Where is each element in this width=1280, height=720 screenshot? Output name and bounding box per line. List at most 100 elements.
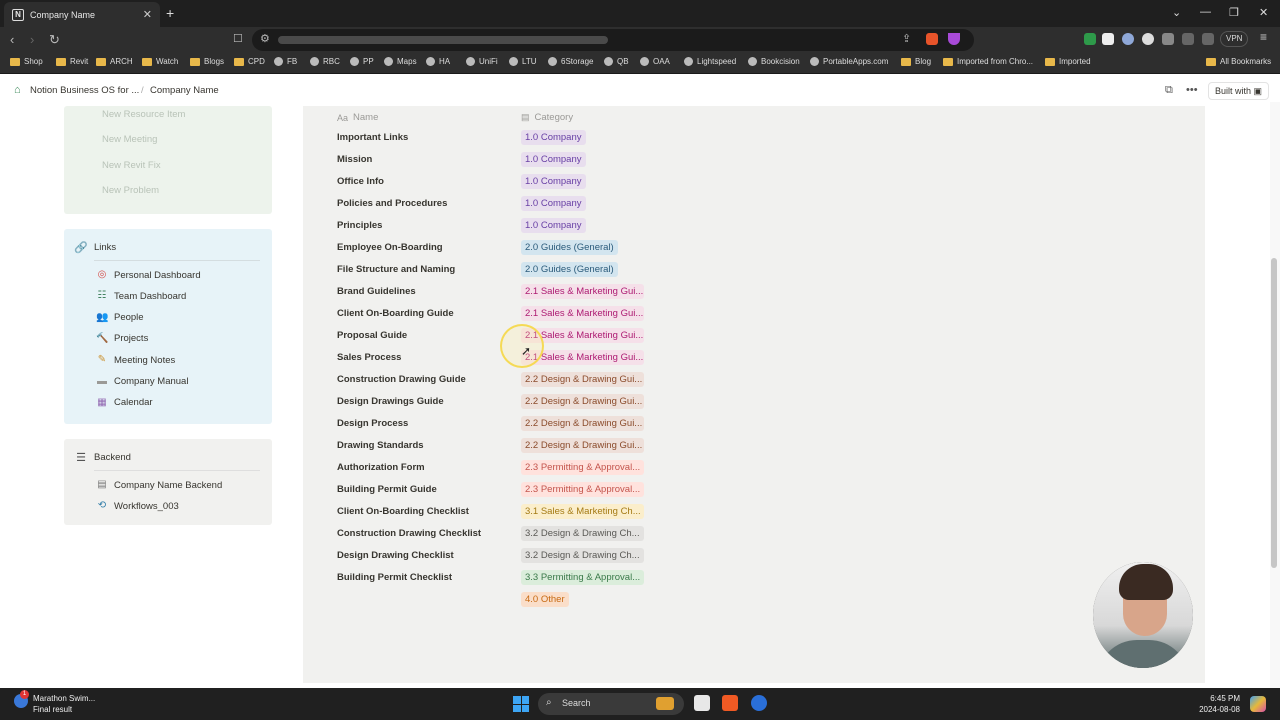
- bookmark-8[interactable]: PP: [350, 57, 374, 66]
- row-name[interactable]: Proposal Guide: [337, 330, 407, 341]
- category-tag[interactable]: 2.1 Sales & Marketing Gui...: [521, 306, 644, 321]
- category-tag[interactable]: 2.3 Permitting & Approval...: [521, 482, 644, 497]
- table-row[interactable]: Principles 1.0 Company: [330, 215, 650, 237]
- sidebar-link-5[interactable]: ▬ Company Manual: [96, 376, 188, 388]
- table-row[interactable]: Client On-Boarding Guide 2.1 Sales & Mark…: [330, 303, 650, 325]
- sidebar-link-3[interactable]: 🔨 Projects: [96, 333, 148, 345]
- sidebar-link-0[interactable]: ▤ Company Name Backend: [96, 479, 222, 491]
- scrollbar-thumb[interactable]: [1271, 258, 1277, 568]
- row-name[interactable]: Sales Process: [337, 352, 401, 363]
- sidebar-link-2[interactable]: 👥 People: [96, 312, 144, 324]
- table-row[interactable]: Important Links 1.0 Company: [330, 127, 650, 149]
- brave-shields-icon[interactable]: [926, 33, 938, 45]
- category-tag[interactable]: 1.0 Company: [521, 174, 586, 189]
- browser-tab[interactable]: N Company Name ✕: [4, 2, 160, 27]
- category-tag[interactable]: 3.2 Design & Drawing Ch...: [521, 548, 644, 563]
- sidebar-toggle-icon[interactable]: [1182, 33, 1194, 45]
- category-tag[interactable]: 2.0 Guides (General): [521, 262, 618, 277]
- table-row[interactable]: Drawing Standards 2.2 Design & Drawing Gu…: [330, 435, 650, 457]
- sidebar-link-4[interactable]: ✎ Meeting Notes: [96, 354, 175, 366]
- table-row[interactable]: Authorization Form 2.3 Permitting & Appro…: [330, 457, 650, 479]
- copilot-icon[interactable]: [1250, 696, 1266, 712]
- browser-menu-icon[interactable]: ≡: [1260, 30, 1267, 44]
- home-icon[interactable]: ⌂: [14, 84, 21, 96]
- column-header-category[interactable]: ▤ Category: [521, 112, 573, 123]
- category-tag[interactable]: 2.2 Design & Drawing Gui...: [521, 394, 644, 409]
- vpn-button[interactable]: VPN: [1220, 31, 1249, 47]
- bookmark-6[interactable]: FB: [274, 57, 297, 66]
- sidebar-link-6[interactable]: ▦ Calendar: [96, 397, 152, 409]
- extension-notion-icon[interactable]: [1102, 33, 1114, 45]
- brave-browser-icon[interactable]: [722, 695, 738, 711]
- breadcrumb-page[interactable]: Company Name: [150, 85, 219, 96]
- system-clock[interactable]: 6:45 PM 2024-08-08: [1196, 693, 1240, 715]
- category-tag[interactable]: 2.2 Design & Drawing Gui...: [521, 416, 644, 431]
- sidebar-link-1[interactable]: ☷ Team Dashboard: [96, 290, 187, 302]
- bookmark-5[interactable]: CPD: [234, 57, 265, 66]
- column-header-name[interactable]: Aa Name: [337, 112, 378, 123]
- row-name[interactable]: Design Drawing Checklist: [337, 550, 454, 561]
- bookmark-15[interactable]: OAA: [640, 57, 670, 66]
- all-bookmarks[interactable]: All Bookmarks: [1206, 57, 1271, 66]
- category-tag[interactable]: 2.3 Permitting & Approval...: [521, 460, 644, 475]
- category-tag[interactable]: 1.0 Company: [521, 218, 586, 233]
- table-row[interactable]: Employee On-Boarding 2.0 Guides (General): [330, 237, 650, 259]
- table-row[interactable]: Construction Drawing Checklist 3.2 Design…: [330, 523, 650, 545]
- sidebar-link-0[interactable]: ◎ Personal Dashboard: [96, 269, 201, 281]
- table-row[interactable]: Client On-Boarding Checklist 3.1 Sales & …: [330, 501, 650, 523]
- category-tag[interactable]: 1.0 Company: [521, 196, 586, 211]
- row-name[interactable]: Drawing Standards: [337, 440, 424, 451]
- row-name[interactable]: Building Permit Checklist: [337, 572, 452, 583]
- sidebar-link-1[interactable]: ⟲ Workflows_003: [96, 500, 179, 512]
- settings-app-icon[interactable]: [751, 695, 767, 711]
- brave-rewards-icon[interactable]: [948, 33, 960, 45]
- new-item-button[interactable]: New Resource Item: [102, 109, 185, 120]
- bookmark-page-icon[interactable]: ☐: [233, 32, 243, 45]
- category-tag[interactable]: 2.2 Design & Drawing Gui...: [521, 438, 644, 453]
- extension-round-icon[interactable]: [1142, 33, 1154, 45]
- category-tag[interactable]: 2.0 Guides (General): [521, 240, 618, 255]
- wallet-icon[interactable]: [1202, 33, 1214, 45]
- tab-search-chevron-icon[interactable]: ⌄: [1172, 6, 1181, 19]
- table-row[interactable]: Design Drawings Guide 2.2 Design & Drawin…: [330, 391, 650, 413]
- back-button[interactable]: ‹: [10, 32, 14, 47]
- new-item-button[interactable]: New Revit Fix: [102, 160, 161, 171]
- reload-button[interactable]: ↻: [49, 32, 60, 48]
- table-row[interactable]: Building Permit Guide 2.3 Permitting & Ap…: [330, 479, 650, 501]
- extension-one-icon[interactable]: [1122, 33, 1134, 45]
- bookmark-2[interactable]: ARCH: [96, 57, 133, 66]
- address-bar[interactable]: ⚙: [252, 29, 974, 51]
- row-name[interactable]: Design Drawings Guide: [337, 396, 444, 407]
- bookmark-13[interactable]: 6Storage: [548, 57, 593, 66]
- row-name[interactable]: Policies and Procedures: [337, 198, 447, 209]
- row-name[interactable]: Mission: [337, 154, 372, 165]
- table-row[interactable]: Mission 1.0 Company: [330, 149, 650, 171]
- row-name[interactable]: Construction Drawing Guide: [337, 374, 466, 385]
- bookmark-12[interactable]: LTU: [509, 57, 537, 66]
- restore-button[interactable]: ❐: [1229, 6, 1239, 19]
- category-tag[interactable]: 2.1 Sales & Marketing Gui...: [521, 284, 644, 299]
- row-name[interactable]: Important Links: [337, 132, 408, 143]
- bookmark-16[interactable]: Lightspeed: [684, 57, 736, 66]
- windows-start-icon[interactable]: [513, 696, 529, 712]
- bookmark-19[interactable]: Blog: [901, 57, 931, 66]
- category-tag[interactable]: 3.2 Design & Drawing Ch...: [521, 526, 644, 541]
- site-settings-icon[interactable]: ⚙: [260, 32, 270, 45]
- bookmark-4[interactable]: Blogs: [190, 57, 224, 66]
- forward-button[interactable]: ›: [30, 32, 34, 47]
- taskbar-search[interactable]: ⌕ Search: [538, 693, 684, 715]
- row-name[interactable]: Brand Guidelines: [337, 286, 416, 297]
- table-row[interactable]: Design Process 2.2 Design & Drawing Gui..…: [330, 413, 650, 435]
- table-row[interactable]: Building Permit Checklist 3.3 Permitting …: [330, 567, 650, 589]
- bookmark-20[interactable]: Imported from Chro...: [943, 57, 1033, 66]
- table-row[interactable]: Policies and Procedures 1.0 Company: [330, 193, 650, 215]
- table-row[interactable]: Sales Process 2.1 Sales & Marketing Gui..…: [330, 347, 650, 369]
- share-icon[interactable]: ⇪: [902, 32, 911, 45]
- bookmark-11[interactable]: UniFi: [466, 57, 498, 66]
- row-name[interactable]: Employee On-Boarding: [337, 242, 443, 253]
- new-item-button[interactable]: New Meeting: [102, 134, 157, 145]
- category-tag[interactable]: 2.2 Design & Drawing Gui...: [521, 372, 644, 387]
- row-name[interactable]: Office Info: [337, 176, 384, 187]
- built-with-button[interactable]: Built with ▣: [1208, 82, 1270, 100]
- bookmark-3[interactable]: Watch: [142, 57, 178, 66]
